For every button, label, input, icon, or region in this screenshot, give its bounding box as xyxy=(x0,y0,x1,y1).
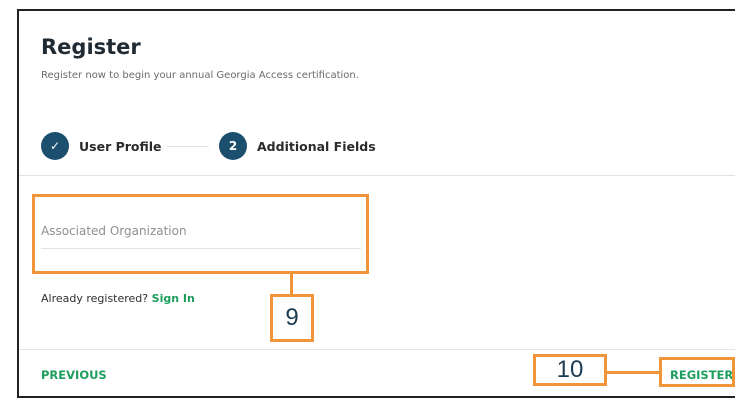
step-1-label: User Profile xyxy=(79,139,162,154)
page-title: Register xyxy=(41,35,141,59)
footer-divider xyxy=(19,349,735,350)
step-1-check-icon: ✓ xyxy=(41,132,69,160)
callout-9-label: 9 xyxy=(270,294,314,342)
callout-10-highlight xyxy=(659,357,735,387)
previous-button[interactable]: PREVIOUS xyxy=(41,368,107,382)
step-2-label: Additional Fields xyxy=(257,139,376,154)
callout-9-highlight xyxy=(32,194,369,274)
sign-in-link[interactable]: Sign In xyxy=(152,292,195,305)
signin-prompt: Already registered? xyxy=(41,292,149,305)
signin-row: Already registered? Sign In xyxy=(41,292,195,305)
header-divider xyxy=(19,175,735,176)
callout-9-connector xyxy=(290,273,293,294)
callout-10-label: 10 xyxy=(533,354,607,386)
callout-10-connector xyxy=(606,371,660,374)
step-2-number: 2 xyxy=(219,132,247,160)
page-subtitle: Register now to begin your annual Georgi… xyxy=(41,70,359,81)
step-connector xyxy=(167,146,209,147)
stepper: ✓ User Profile 2 Additional Fields xyxy=(41,129,441,163)
